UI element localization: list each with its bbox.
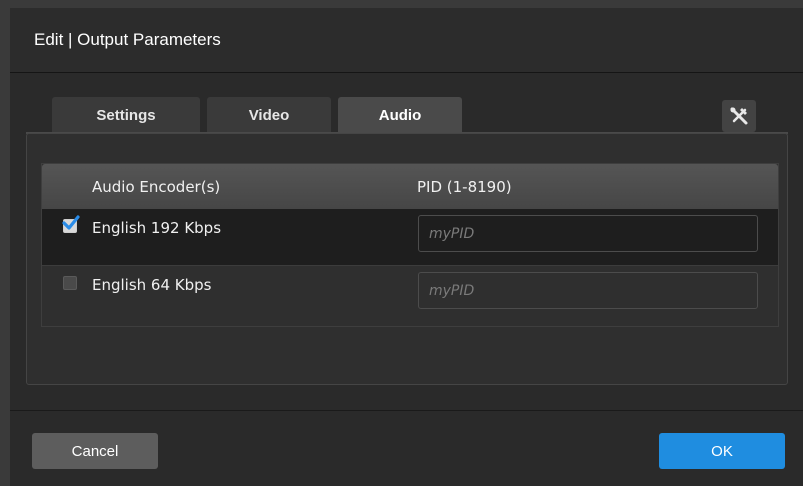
tools-icon	[730, 107, 748, 125]
encoder-checkbox[interactable]	[62, 215, 80, 233]
table-header: Audio Encoder(s) PID (1-8190)	[42, 164, 778, 209]
tools-button[interactable]	[722, 100, 756, 132]
encoder-label: English 192 Kbps	[92, 219, 222, 237]
audio-panel: Audio Encoder(s) PID (1-8190) English 19…	[26, 133, 788, 385]
dialog-header: Edit | Output Parameters	[10, 8, 803, 73]
tab-settings[interactable]: Settings	[52, 97, 200, 133]
ok-button[interactable]: OK	[659, 433, 785, 469]
tab-label: Settings	[96, 106, 156, 124]
tab-video[interactable]: Video	[207, 97, 331, 133]
dialog-title: Edit | Output Parameters	[34, 30, 221, 49]
column-header-pid: PID (1-8190)	[417, 178, 512, 196]
tab-audio[interactable]: Audio	[338, 97, 462, 133]
audio-encoder-table: Audio Encoder(s) PID (1-8190) English 19…	[41, 163, 779, 327]
output-parameters-dialog: Edit | Output Parameters Settings Video …	[10, 8, 803, 486]
tab-label: Audio	[378, 106, 422, 124]
encoder-label: English 64 Kbps	[92, 276, 212, 294]
pid-input[interactable]	[418, 272, 758, 309]
pid-input[interactable]	[418, 215, 758, 252]
checkmark-icon	[62, 215, 80, 230]
encoder-checkbox[interactable]	[63, 276, 77, 290]
tab-label: Video	[248, 106, 290, 124]
table-row: English 192 Kbps	[42, 209, 778, 265]
cancel-button[interactable]: Cancel	[32, 433, 158, 469]
table-row: English 64 Kbps	[42, 265, 778, 321]
column-header-encoder: Audio Encoder(s)	[92, 178, 221, 196]
footer-divider	[10, 410, 803, 411]
